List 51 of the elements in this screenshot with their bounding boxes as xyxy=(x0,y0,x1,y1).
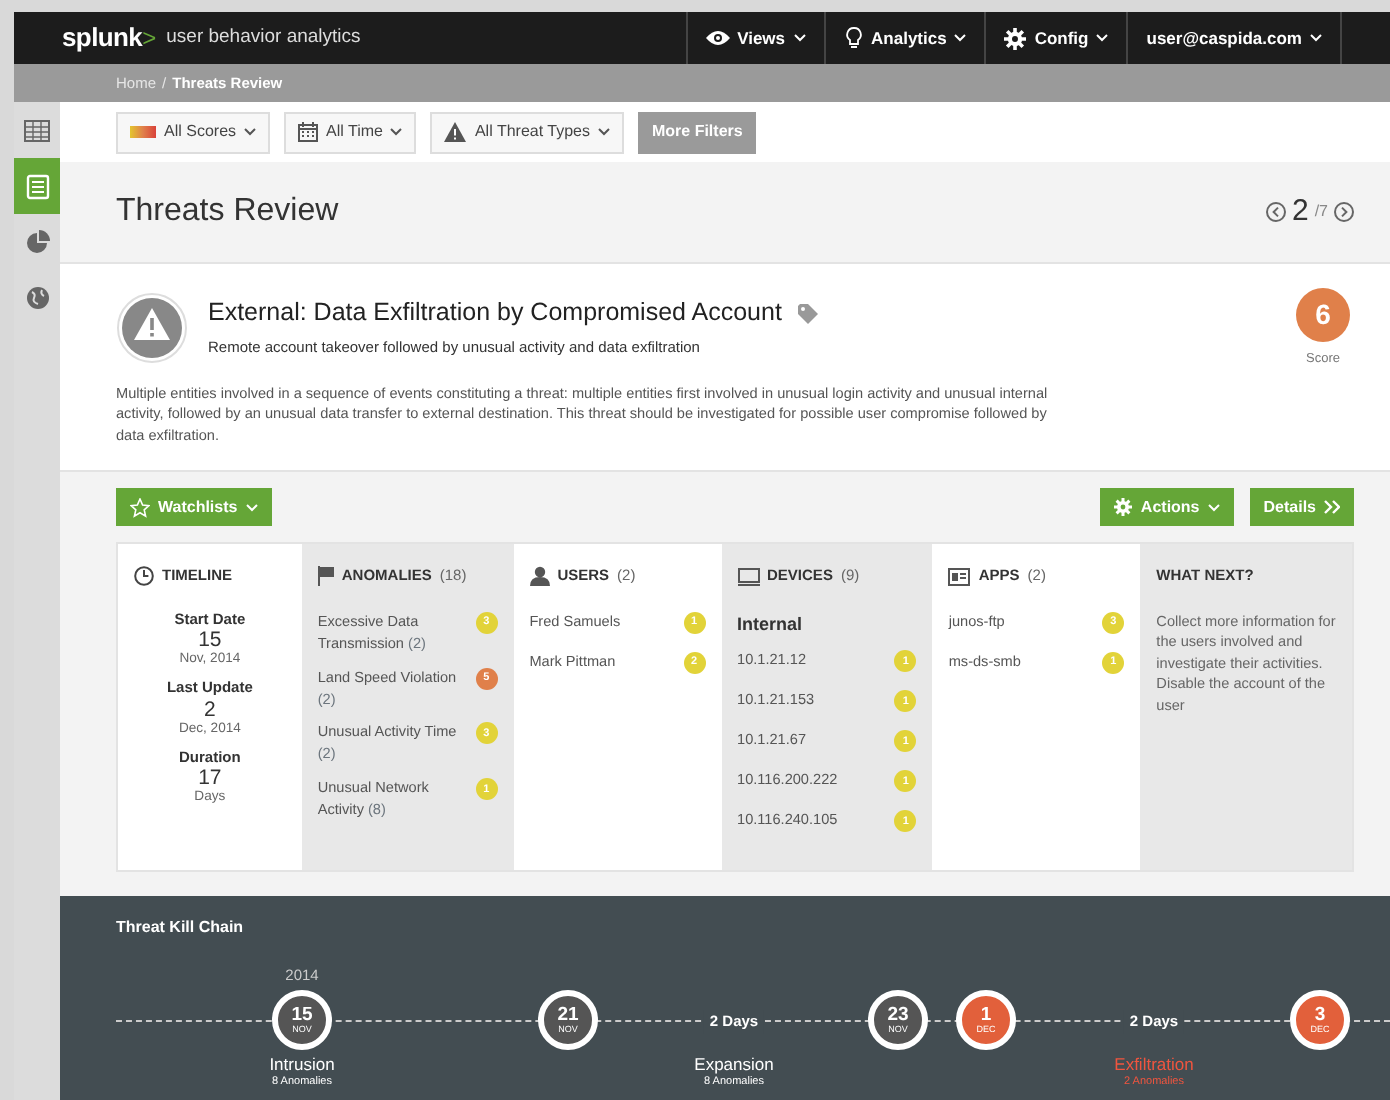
star-icon xyxy=(130,497,150,518)
filter-dropdown[interactable]: All Time xyxy=(284,111,417,153)
lightbulb-icon xyxy=(843,26,864,50)
chevron-down-icon xyxy=(954,34,967,42)
score-badge: 6 xyxy=(1296,288,1350,342)
logo: splunk xyxy=(62,20,143,57)
chevron-down-icon xyxy=(597,128,610,136)
sidebar-item[interactable] xyxy=(14,158,60,214)
product-name: user behavior analytics xyxy=(166,23,361,52)
app-window-icon xyxy=(948,567,971,586)
timeline-value: 15 xyxy=(198,628,222,653)
document-icon xyxy=(25,173,49,199)
page-number: 2 xyxy=(1291,191,1309,232)
calendar-icon xyxy=(298,122,319,142)
clock-icon xyxy=(134,566,154,587)
warning-icon xyxy=(444,122,467,142)
timeline-value: 2 xyxy=(204,697,216,722)
next-icon xyxy=(1334,202,1354,222)
chevron-down-icon xyxy=(390,128,403,136)
timeline-value: 17 xyxy=(198,766,222,791)
page-title: Threats Review xyxy=(116,192,339,232)
section-title: Threat Kill Chain xyxy=(116,916,244,941)
logo-mark: > xyxy=(142,22,157,56)
eye-icon xyxy=(705,30,730,46)
tag-icon xyxy=(797,303,818,324)
phase-name: Intrusion xyxy=(269,1056,335,1076)
previous-icon xyxy=(1265,202,1286,222)
double-chevron-icon xyxy=(1324,500,1340,515)
chevron-down-icon xyxy=(793,34,806,42)
threat-title: External: Data Exfiltration by Compromised Account xyxy=(208,298,782,329)
settings-icon xyxy=(1114,498,1133,517)
globe-icon xyxy=(25,286,49,310)
chevron-down-icon xyxy=(244,128,257,136)
warning-icon xyxy=(116,292,188,365)
table-icon xyxy=(24,119,50,141)
score-range-icon xyxy=(130,126,156,138)
chevron-down-icon xyxy=(245,503,258,512)
pie-chart-icon xyxy=(25,230,49,254)
filter-dropdown[interactable]: All Scores xyxy=(116,111,271,153)
flag-icon xyxy=(317,566,334,587)
monitor-icon xyxy=(737,567,760,586)
page-total: /7 xyxy=(1314,200,1328,224)
chevron-down-icon xyxy=(1310,34,1322,42)
phase-name: Exfiltration xyxy=(1114,1056,1194,1076)
user-icon xyxy=(529,566,550,587)
device-group: Internal xyxy=(737,611,917,639)
filter-dropdown[interactable]: All Threat Types xyxy=(430,111,624,153)
chevron-down-icon xyxy=(1096,34,1109,42)
phase-name: Expansion xyxy=(694,1056,774,1076)
settings-icon xyxy=(1004,27,1027,49)
chevron-down-icon xyxy=(1207,503,1220,512)
